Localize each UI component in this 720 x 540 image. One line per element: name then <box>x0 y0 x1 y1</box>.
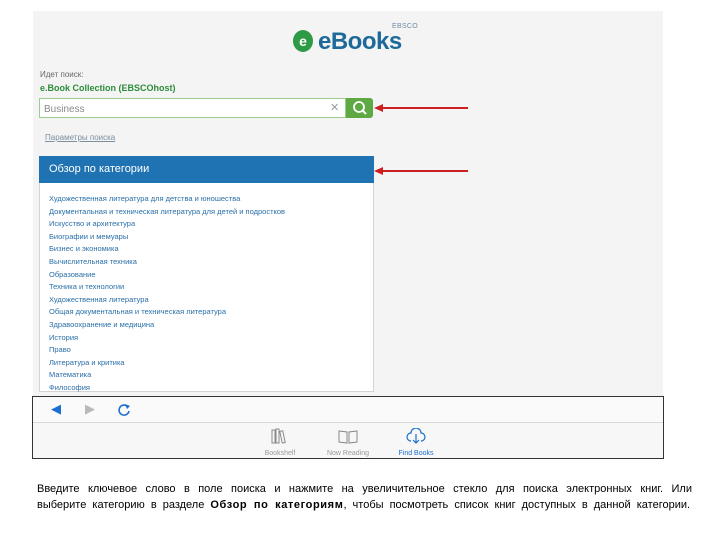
category-list: Художественная литература для детства и … <box>49 193 285 395</box>
category-item[interactable]: Право <box>49 344 285 357</box>
category-item[interactable]: Математика <box>49 369 285 382</box>
category-item[interactable]: Литература и критика <box>49 357 285 370</box>
magnifier-icon <box>353 101 367 115</box>
category-item[interactable]: Бизнес и экономика <box>49 243 285 256</box>
category-item[interactable]: Художественная литература <box>49 294 285 307</box>
red-arrow-search <box>374 104 468 112</box>
tab-now-reading[interactable]: Now Reading <box>313 428 383 457</box>
red-arrow-browse <box>374 167 468 175</box>
caption-text-end: , чтобы посмотреть список книг доступных… <box>343 499 691 511</box>
search-parameters-link[interactable]: Параметры поиска <box>45 133 115 142</box>
instruction-caption: Введите ключевое слово в поле поиска и н… <box>37 481 692 513</box>
category-item[interactable]: Вычислительная техника <box>49 256 285 269</box>
back-icon[interactable]: ◀ <box>51 401 61 417</box>
ebooks-logo-icon: e <box>293 30 313 52</box>
caption-bold: Обзор по категориям <box>210 499 344 511</box>
tab-label: Bookshelf <box>264 450 296 457</box>
clear-icon[interactable]: ✕ <box>330 101 339 114</box>
category-item[interactable]: Философия <box>49 382 285 395</box>
reload-icon[interactable] <box>117 403 131 417</box>
search-field[interactable] <box>39 98 346 119</box>
category-item[interactable]: Здравоохранение и медицина <box>49 319 285 332</box>
category-item[interactable]: Биографии и мемуары <box>49 231 285 244</box>
bookshelf-icon <box>271 428 286 444</box>
download-cloud-icon <box>406 427 426 444</box>
category-item[interactable]: История <box>49 332 285 345</box>
logo-brand: EBSCO <box>392 23 419 30</box>
tab-label: Find Books <box>398 450 434 457</box>
logo-product: eBooks <box>318 28 402 55</box>
category-item[interactable]: Общая документальная и техническая литер… <box>49 306 285 319</box>
category-item[interactable]: Техника и технологии <box>49 281 285 294</box>
tab-find-books[interactable]: Find Books <box>381 427 451 457</box>
forward-icon[interactable]: ▶ <box>85 401 95 417</box>
search-input[interactable] <box>40 100 324 119</box>
category-item[interactable]: Образование <box>49 269 285 282</box>
collection-name: e.Book Collection (EBSCOhost) <box>40 83 176 93</box>
tab-bookshelf[interactable]: Bookshelf <box>245 428 315 457</box>
category-item[interactable]: Художественная литература для детства и … <box>49 193 285 206</box>
search-label: Идет поиск: <box>40 70 84 79</box>
open-book-icon <box>338 430 358 444</box>
tab-label: Now Reading <box>326 450 370 457</box>
category-item[interactable]: Документальная и техническая литература … <box>49 206 285 219</box>
search-button[interactable] <box>346 98 373 118</box>
category-item[interactable]: Искусство и архитектура <box>49 218 285 231</box>
browse-panel-title: Обзор по категории <box>39 156 374 183</box>
